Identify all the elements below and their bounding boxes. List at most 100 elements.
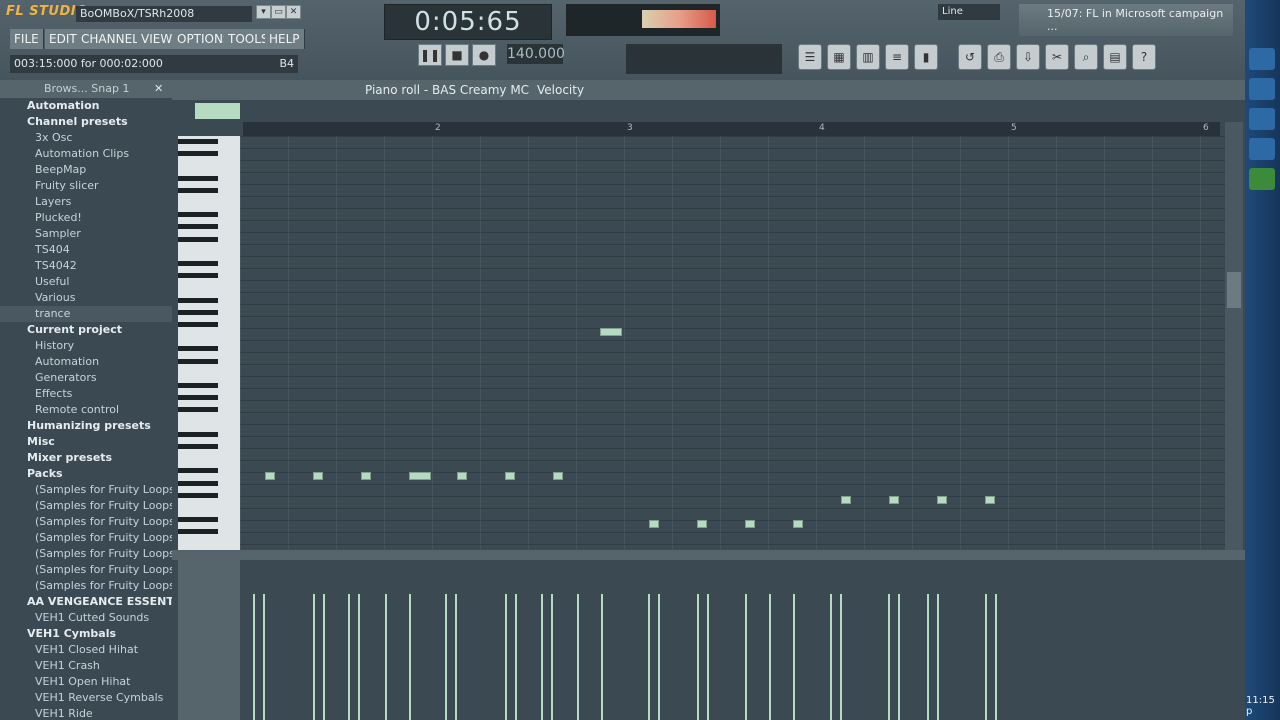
note[interactable] (265, 472, 275, 480)
app-icon[interactable] (1249, 108, 1275, 130)
browser-item[interactable]: VEH1 Closed Hihat (0, 642, 172, 658)
browser-item[interactable]: VEH1 Open Hihat (0, 674, 172, 690)
browser-item[interactable]: (Samples for Fruity Loops) (0, 530, 172, 546)
browser-item[interactable]: (Samples for Fruity Loops) (0, 562, 172, 578)
piano-roll-title[interactable]: Piano roll - BAS Creamy MC (365, 83, 529, 97)
browser-item[interactable]: Automation Clips (0, 146, 172, 162)
browser-item[interactable]: AA VENGEANCE ESSENTIALS (0, 594, 172, 610)
black-key[interactable] (178, 358, 218, 364)
record-button[interactable]: ● (472, 44, 496, 66)
search-icon[interactable]: ⌕ (1074, 44, 1098, 70)
browser-item[interactable]: VEH1 Cutted Sounds (0, 610, 172, 626)
black-key[interactable] (178, 273, 218, 279)
browser-item[interactable]: VEH1 Cymbals (0, 626, 172, 642)
piano-keyboard[interactable] (178, 136, 240, 550)
velocity-bar[interactable] (707, 594, 709, 720)
note[interactable] (793, 520, 803, 528)
undo-icon[interactable]: ↺ (958, 44, 982, 70)
event-property-select[interactable]: Velocity (537, 83, 584, 97)
browser-item[interactable]: Layers (0, 194, 172, 210)
browser-item[interactable]: VEH1 Ride (0, 706, 172, 720)
velocity-bar[interactable] (348, 594, 350, 720)
close-browser-icon[interactable]: ✕ (154, 80, 163, 98)
browser-item[interactable]: Fruity slicer (0, 178, 172, 194)
note[interactable] (745, 520, 755, 528)
browser-item[interactable]: VEH1 Reverse Cymbals (0, 690, 172, 706)
black-key[interactable] (178, 444, 218, 449)
black-key[interactable] (178, 139, 218, 144)
velocity-bar[interactable] (445, 594, 447, 720)
browser-item[interactable]: Effects (0, 386, 172, 402)
cut-icon[interactable]: ✂ (1045, 44, 1069, 70)
snap-mode-select[interactable]: Line (938, 4, 1000, 20)
browser-item[interactable]: Misc (0, 434, 172, 450)
velocity-bar[interactable] (840, 594, 842, 720)
black-key[interactable] (178, 456, 218, 462)
black-key[interactable] (178, 151, 218, 157)
velocity-bar[interactable] (601, 594, 603, 720)
export-icon[interactable]: ⇩ (1016, 44, 1040, 70)
browser-item[interactable]: BeepMap (0, 162, 172, 178)
velocity-bar[interactable] (648, 594, 650, 720)
black-key[interactable] (178, 480, 218, 486)
velocity-bar[interactable] (358, 594, 360, 720)
black-key[interactable] (178, 261, 218, 266)
step-sequencer-icon[interactable]: ▦ (827, 44, 851, 70)
browser-item[interactable]: VEH1 Crash (0, 658, 172, 674)
browser-item[interactable]: Automation (0, 354, 172, 370)
news-panel[interactable]: 15/07: FL in Microsoft campaign ... (1019, 4, 1233, 36)
velocity-bar[interactable] (927, 594, 929, 720)
note[interactable] (457, 472, 467, 480)
browser-item[interactable]: (Samples for Fruity Loops) (0, 546, 172, 562)
note[interactable] (889, 496, 899, 504)
ie-icon[interactable] (1249, 48, 1275, 70)
bar-ruler[interactable]: 2 3 4 5 6 (243, 122, 1220, 136)
velocity-bar[interactable] (505, 594, 507, 720)
black-key[interactable] (178, 175, 218, 181)
velocity-bar[interactable] (515, 594, 517, 720)
browser-item[interactable]: (Samples for Fruity Loops) (0, 482, 172, 498)
vscroll-thumb[interactable] (1227, 272, 1241, 308)
browser-item[interactable]: Automation (0, 98, 172, 114)
note[interactable] (409, 472, 431, 480)
black-key[interactable] (178, 370, 218, 376)
note[interactable] (649, 520, 659, 528)
menu-help[interactable]: HELP (265, 29, 305, 49)
browser-item[interactable]: Current project (0, 322, 172, 338)
black-key[interactable] (178, 468, 218, 474)
browser-item[interactable]: Mixer presets (0, 450, 172, 466)
black-key[interactable] (178, 529, 218, 535)
velocity-bar[interactable] (541, 594, 543, 720)
vertical-scrollbar[interactable] (1225, 122, 1243, 550)
velocity-bar[interactable] (409, 594, 411, 720)
black-key[interactable] (178, 297, 218, 303)
piano-roll-icon[interactable]: ▥ (856, 44, 880, 70)
velocity-bar[interactable] (985, 594, 987, 720)
velocity-bar[interactable] (323, 594, 325, 720)
black-key[interactable] (178, 419, 218, 425)
note[interactable] (937, 496, 947, 504)
fl-taskbar-icon[interactable] (1249, 168, 1275, 190)
browser-item[interactable]: Various (0, 290, 172, 306)
velocity-bar[interactable] (263, 594, 265, 720)
browser-item[interactable]: Sampler (0, 226, 172, 242)
playlist-icon[interactable]: ☰ (798, 44, 822, 70)
note[interactable] (505, 472, 515, 480)
black-key[interactable] (178, 224, 218, 230)
black-key[interactable] (178, 236, 218, 242)
note[interactable] (553, 472, 563, 480)
velocity-bar[interactable] (898, 594, 900, 720)
velocity-bar[interactable] (769, 594, 771, 720)
browser-item[interactable]: Packs (0, 466, 172, 482)
browser-item[interactable]: Remote control (0, 402, 172, 418)
velocity-bar[interactable] (658, 594, 660, 720)
browser-item[interactable]: Plucked! (0, 210, 172, 226)
velocity-bar[interactable] (577, 594, 579, 720)
black-key[interactable] (178, 541, 218, 547)
save-icon[interactable]: ⎙ (987, 44, 1011, 70)
velocity-bar[interactable] (697, 594, 699, 720)
black-key[interactable] (178, 505, 218, 510)
browser-item[interactable]: trance (0, 306, 172, 322)
velocity-bar[interactable] (793, 594, 795, 720)
note[interactable] (600, 328, 622, 336)
